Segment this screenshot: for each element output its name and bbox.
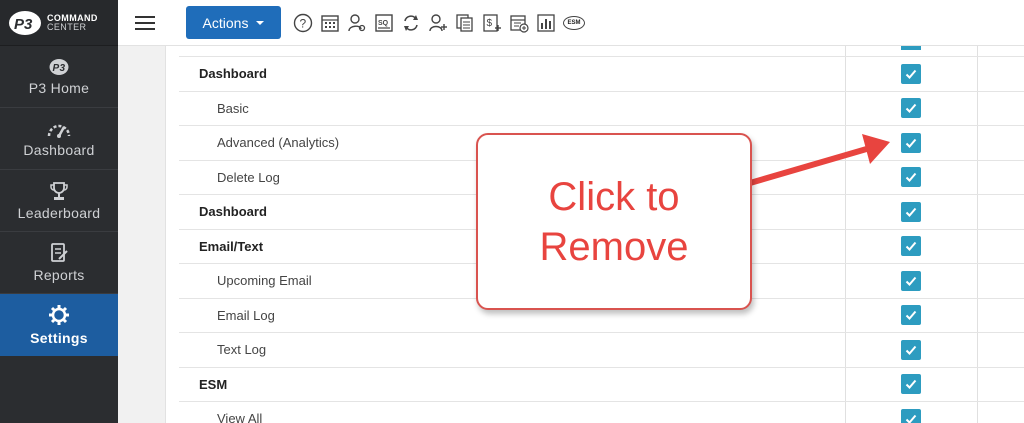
sq-search-icon[interactable]: SQ xyxy=(374,13,394,33)
sidebar-item-label: Reports xyxy=(33,266,85,283)
topbar: Actions ? SQ $ ESM xyxy=(118,0,1024,46)
svg-text:SQ: SQ xyxy=(378,20,389,27)
sidebar-item-dashboard[interactable]: Dashboard xyxy=(0,108,118,170)
trophy-icon xyxy=(50,181,68,200)
permission-checkbox[interactable] xyxy=(901,408,921,423)
check-icon xyxy=(905,345,917,355)
check-icon xyxy=(905,241,917,251)
sidebar-item-label: Dashboard xyxy=(23,141,95,158)
check-icon xyxy=(905,172,917,182)
app-root: P3 COMMAND CENTER P3 P3 Home Dashboard L… xyxy=(0,0,1024,423)
permission-checkbox[interactable] xyxy=(901,270,921,291)
check-icon xyxy=(905,207,917,217)
sidebar-item-label: Settings xyxy=(30,330,88,346)
callout-box: Click to Remove xyxy=(476,133,752,310)
user-search-icon[interactable] xyxy=(347,13,367,33)
caret-down-icon xyxy=(256,20,265,25)
row-label: ESM xyxy=(199,376,228,392)
actions-button[interactable]: Actions xyxy=(186,6,281,39)
row-label: Dashboard xyxy=(199,204,267,219)
table-row: Basic xyxy=(179,90,1024,125)
arrow-icon xyxy=(749,134,890,186)
permission-checkbox[interactable] xyxy=(901,98,921,118)
permission-checkbox[interactable] xyxy=(901,339,921,360)
sidebar-item-reports[interactable]: Reports xyxy=(0,232,118,294)
menu-icon[interactable] xyxy=(135,15,155,30)
permission-checkbox[interactable] xyxy=(901,374,921,394)
refresh-icon[interactable] xyxy=(401,13,421,33)
actions-label: Actions xyxy=(202,14,249,31)
row-label: Advanced (Analytics) xyxy=(217,135,340,150)
gauge-icon xyxy=(47,124,71,138)
sidebar-item-leaderboard[interactable]: Leaderboard xyxy=(0,170,118,232)
callout-line2: Remove xyxy=(539,224,689,269)
svg-text:P3: P3 xyxy=(14,16,33,33)
check-icon xyxy=(905,310,917,320)
brand-line2: CENTER xyxy=(47,21,87,32)
svg-text:P3: P3 xyxy=(53,63,66,74)
report-icon xyxy=(51,242,68,262)
sidebar-item-label: Leaderboard xyxy=(17,204,101,221)
table-row: ESM xyxy=(179,366,1024,401)
row-label: View All xyxy=(217,411,263,423)
sidebar-item-label: P3 Home xyxy=(28,79,90,96)
row-label: Email/Text xyxy=(199,238,264,254)
brand[interactable]: P3 COMMAND CENTER xyxy=(0,0,118,46)
checkbox-partial[interactable] xyxy=(901,46,921,50)
row-label: Email Log xyxy=(217,307,275,323)
table-row: Dashboard xyxy=(179,56,1024,90)
permission-checkbox[interactable] xyxy=(901,63,921,84)
permission-checkbox[interactable] xyxy=(901,132,921,153)
esm-icon[interactable]: ESM xyxy=(563,15,585,30)
check-icon xyxy=(905,103,917,113)
permission-checkbox[interactable] xyxy=(901,305,921,325)
permission-checkbox[interactable] xyxy=(901,201,921,222)
svg-text:?: ? xyxy=(300,16,307,30)
p3-logo-icon: P3 xyxy=(9,10,41,35)
documents-icon[interactable] xyxy=(455,13,475,33)
sidebar: P3 COMMAND CENTER P3 P3 Home Dashboard L… xyxy=(0,0,118,423)
bar-chart-icon[interactable] xyxy=(536,13,556,33)
check-icon xyxy=(905,379,917,389)
row-label: Basic xyxy=(217,100,249,116)
permission-checkbox[interactable] xyxy=(901,236,921,256)
toolbar-icons: ? SQ $ ESM xyxy=(293,13,585,33)
brand-text: COMMAND CENTER xyxy=(47,13,98,32)
add-user-icon[interactable] xyxy=(428,13,448,33)
table-row: View All xyxy=(179,401,1024,423)
callout-line1: Click to xyxy=(548,174,680,219)
check-icon xyxy=(905,414,917,423)
permission-checkbox[interactable] xyxy=(901,167,921,187)
check-icon xyxy=(905,138,917,148)
gear-icon xyxy=(49,305,69,325)
p3-logo-icon: P3 xyxy=(49,58,69,75)
check-icon xyxy=(905,69,917,79)
calendar-plus-icon[interactable] xyxy=(509,13,529,33)
row-label: Dashboard xyxy=(199,66,267,81)
help-icon[interactable]: ? xyxy=(293,13,313,33)
sidebar-item-settings[interactable]: Settings xyxy=(0,294,118,356)
check-icon xyxy=(905,276,917,286)
dollar-plus-icon[interactable]: $ xyxy=(482,13,502,33)
row-label: Text Log xyxy=(217,342,267,357)
table-row: Text Log xyxy=(179,332,1024,366)
row-label: Delete Log xyxy=(217,169,280,185)
svg-text:$: $ xyxy=(487,18,493,29)
sidebar-item-p3-home[interactable]: P3 P3 Home xyxy=(0,46,118,108)
callout-text: Click to Remove xyxy=(540,172,689,272)
row-label: Upcoming Email xyxy=(217,273,312,288)
calendar-icon[interactable] xyxy=(320,13,340,33)
